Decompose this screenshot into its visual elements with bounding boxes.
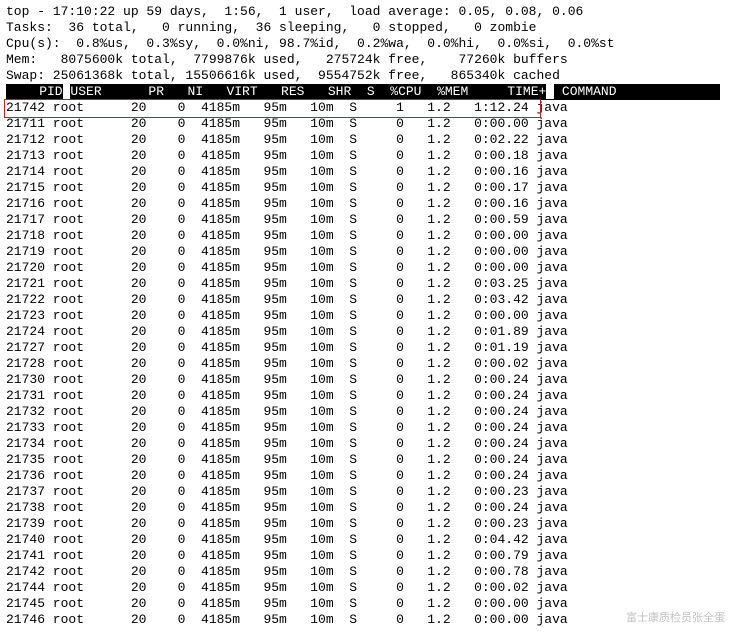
table-row: 21720 root 20 0 4185m 95m 10m S 0 1.2 0:… xyxy=(6,260,727,276)
table-row: 21715 root 20 0 4185m 95m 10m S 0 1.2 0:… xyxy=(6,180,727,196)
table-row: 21727 root 20 0 4185m 95m 10m S 0 1.2 0:… xyxy=(6,340,727,356)
table-row: 21732 root 20 0 4185m 95m 10m S 0 1.2 0:… xyxy=(6,404,727,420)
table-row: 21744 root 20 0 4185m 95m 10m S 0 1.2 0:… xyxy=(6,580,727,596)
table-row: 21736 root 20 0 4185m 95m 10m S 0 1.2 0:… xyxy=(6,468,727,484)
table-row: 21733 root 20 0 4185m 95m 10m S 0 1.2 0:… xyxy=(6,420,727,436)
table-row: 21719 root 20 0 4185m 95m 10m S 0 1.2 0:… xyxy=(6,244,727,260)
terminal-output: top - 17:10:22 up 59 days, 1:56, 1 user,… xyxy=(0,0,733,632)
table-row: 21722 root 20 0 4185m 95m 10m S 0 1.2 0:… xyxy=(6,292,727,308)
table-row: 21721 root 20 0 4185m 95m 10m S 0 1.2 0:… xyxy=(6,276,727,292)
summary-line-3: Cpu(s): 0.8%us, 0.3%sy, 0.0%ni, 98.7%id,… xyxy=(6,36,615,51)
table-row: 21731 root 20 0 4185m 95m 10m S 0 1.2 0:… xyxy=(6,388,727,404)
table-row: 21745 root 20 0 4185m 95m 10m S 0 1.2 0:… xyxy=(6,596,727,612)
table-row: 21716 root 20 0 4185m 95m 10m S 0 1.2 0:… xyxy=(6,196,727,212)
table-row: 21723 root 20 0 4185m 95m 10m S 0 1.2 0:… xyxy=(6,308,727,324)
table-row: 21738 root 20 0 4185m 95m 10m S 0 1.2 0:… xyxy=(6,500,727,516)
table-row: 21740 root 20 0 4185m 95m 10m S 0 1.2 0:… xyxy=(6,532,727,548)
table-row: 21711 root 20 0 4185m 95m 10m S 0 1.2 0:… xyxy=(6,116,727,132)
summary-line-1: top - 17:10:22 up 59 days, 1:56, 1 user,… xyxy=(6,4,583,19)
process-table: PID USER PR NI VIRT RES SHR S %CPU %MEM … xyxy=(6,84,727,628)
table-row: 21717 root 20 0 4185m 95m 10m S 0 1.2 0:… xyxy=(6,212,727,228)
table-row: 21712 root 20 0 4185m 95m 10m S 0 1.2 0:… xyxy=(6,132,727,148)
table-row: 21735 root 20 0 4185m 95m 10m S 0 1.2 0:… xyxy=(6,452,727,468)
table-row: 21713 root 20 0 4185m 95m 10m S 0 1.2 0:… xyxy=(6,148,727,164)
table-row: 21739 root 20 0 4185m 95m 10m S 0 1.2 0:… xyxy=(6,516,727,532)
table-row: 21728 root 20 0 4185m 95m 10m S 0 1.2 0:… xyxy=(6,356,727,372)
table-row: 21724 root 20 0 4185m 95m 10m S 0 1.2 0:… xyxy=(6,324,727,340)
table-row: 21742 root 20 0 4185m 95m 10m S 1 1.2 1:… xyxy=(6,100,727,116)
table-row: 21746 root 20 0 4185m 95m 10m S 0 1.2 0:… xyxy=(6,612,727,628)
table-row: 21741 root 20 0 4185m 95m 10m S 0 1.2 0:… xyxy=(6,548,727,564)
summary-line-4: Mem: 8075600k total, 7799876k used, 2757… xyxy=(6,52,568,67)
summary-line-5: Swap: 25061368k total, 15506616k used, 9… xyxy=(6,68,560,83)
table-row: 21742 root 20 0 4185m 95m 10m S 0 1.2 0:… xyxy=(6,564,727,580)
summary-line-2: Tasks: 36 total, 0 running, 36 sleeping,… xyxy=(6,20,537,35)
table-row: 21714 root 20 0 4185m 95m 10m S 0 1.2 0:… xyxy=(6,164,727,180)
table-row: 21718 root 20 0 4185m 95m 10m S 0 1.2 0:… xyxy=(6,228,727,244)
table-row: 21730 root 20 0 4185m 95m 10m S 0 1.2 0:… xyxy=(6,372,727,388)
table-row: 21737 root 20 0 4185m 95m 10m S 0 1.2 0:… xyxy=(6,484,727,500)
table-header: PID USER PR NI VIRT RES SHR S %CPU %MEM … xyxy=(6,84,720,100)
table-row: 21734 root 20 0 4185m 95m 10m S 0 1.2 0:… xyxy=(6,436,727,452)
top-summary: top - 17:10:22 up 59 days, 1:56, 1 user,… xyxy=(6,4,727,84)
